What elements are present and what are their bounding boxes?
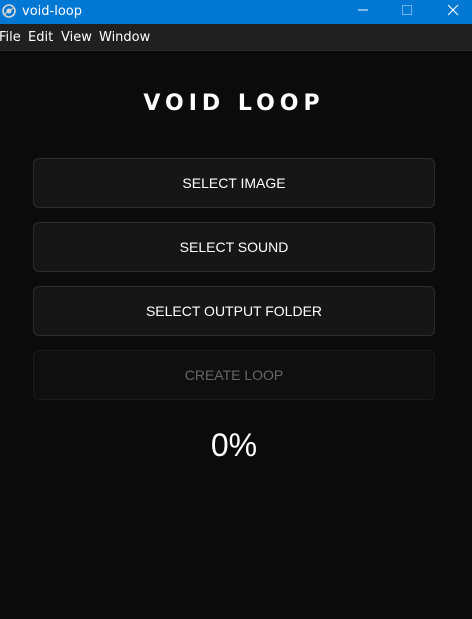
select-image-button[interactable]: SELECT IMAGE xyxy=(33,158,435,208)
window-titlebar[interactable]: void-loop xyxy=(0,0,472,24)
close-icon xyxy=(447,3,459,21)
maximize-button[interactable] xyxy=(384,0,430,24)
minimize-button[interactable] xyxy=(340,0,386,24)
menu-view[interactable]: View xyxy=(61,31,92,45)
page-title: VOID LOOP xyxy=(143,91,325,116)
menu-edit[interactable]: Edit xyxy=(28,31,53,45)
menu-file[interactable]: File xyxy=(0,31,21,45)
app-logo-icon xyxy=(1,3,17,19)
maximize-icon xyxy=(401,3,413,21)
main-content: VOID LOOP SELECT IMAGE SELECT SOUND SELE… xyxy=(0,51,472,619)
minimize-icon xyxy=(357,3,369,21)
menu-bar: File Edit View Window xyxy=(0,24,472,51)
menu-window[interactable]: Window xyxy=(99,31,150,45)
select-sound-button[interactable]: SELECT SOUND xyxy=(33,222,435,272)
close-button[interactable] xyxy=(430,0,472,24)
progress-percentage: 0% xyxy=(210,427,258,463)
select-output-folder-button[interactable]: SELECT OUTPUT FOLDER xyxy=(33,286,435,336)
create-loop-button[interactable]: CREATE LOOP xyxy=(33,350,435,400)
window-title: void-loop xyxy=(22,4,82,19)
